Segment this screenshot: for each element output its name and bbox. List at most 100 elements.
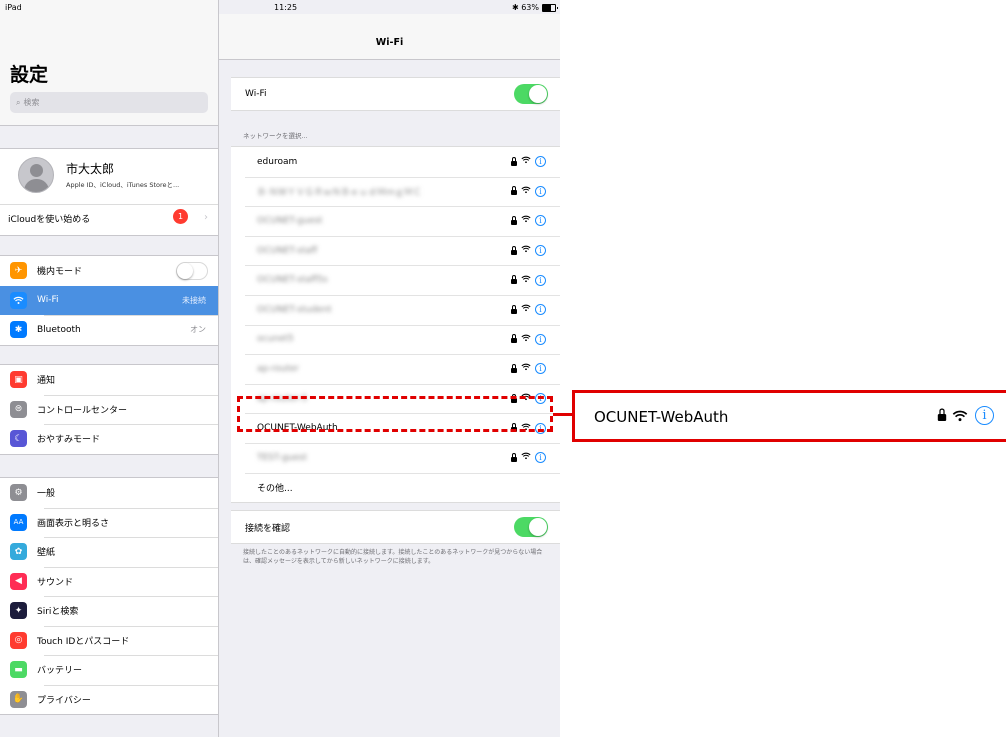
wifi-signal-icon [521,452,531,463]
lock-icon [511,275,517,285]
apple-id-profile[interactable]: 市大太郎 Apple ID、iCloud、iTunes Storeと... iC… [0,148,218,236]
other-network-label: その他... [257,483,293,494]
settings-sidebar: 設定 ⌕ 検索 市大太郎 Apple ID、iCloud、iTunes Stor… [0,0,219,737]
zoom-callout: OCUNET-WebAuth i [572,390,1006,442]
sidebar-item-airplane-mode[interactable]: ✈ 機内モード [0,256,218,286]
network-icons: i [511,156,546,168]
gear-icon: ⚙ [10,484,27,502]
other-network-row[interactable]: その他... [231,472,560,503]
wifi-signal-icon [521,363,531,374]
sidebar-item-siri[interactable]: ✦ Siriと検索 [0,596,218,626]
wifi-signal-icon [521,304,531,315]
sidebar-item-notifications[interactable]: ▣ 通知 [0,365,218,395]
sidebar-item-wallpaper[interactable]: ✿ 壁紙 [0,537,218,567]
icloud-setup-label[interactable]: iCloudを使い始める [8,212,90,225]
info-icon[interactable]: i [975,406,994,425]
network-row[interactable]: OCUNET-guest i [231,206,560,236]
sidebar-item-bluetooth[interactable]: ✱ Bluetooth オン [0,315,218,345]
control-center-icon: ⊜ [10,400,27,418]
highlight-box [237,396,553,432]
airplane-mode-toggle[interactable] [176,261,208,280]
network-row[interactable]: OCUNET-staff i [231,235,560,266]
notifications-icon: ▣ [10,371,27,389]
info-icon[interactable]: i [535,274,546,286]
sidebar-item-control-center[interactable]: ⊜ コントロールセンター [0,394,218,425]
network-list: eduroam i Ｂ·ＮＷＹＶＧＲｗＮＢｅｕｄＭｍｇＭＣ i OCUNET-guest… [231,146,560,504]
wifi-signal-icon [952,410,968,421]
network-row[interactable]: OCUNET-student i [231,294,560,325]
ask-to-join-card: 接続を確認 [231,510,560,544]
sidebar-item-wifi[interactable]: Wi-Fi 未接続 [0,285,218,315]
lock-icon [511,186,517,196]
network-ssid: eduroam [257,156,298,167]
search-icon: ⌕ [16,97,21,107]
ask-to-join-description: 接続したことのあるネットワークに自動的に接続します。接続したことのあるネットワー… [243,549,543,565]
display-icon: AA [10,513,27,531]
network-icons: i [511,215,546,227]
avatar [18,157,54,193]
lock-icon [511,245,517,255]
sidebar-item-privacy[interactable]: ✋ プライバシー [0,684,218,715]
airplane-icon: ✈ [10,262,27,280]
search-placeholder: 検索 [23,98,40,107]
network-icons: i [511,304,546,316]
wifi-icon [10,291,27,309]
sidebar-item-sounds[interactable]: ◀ サウンド [0,566,218,597]
sidebar-item-do-not-disturb[interactable]: ☾ おやすみモード [0,424,218,454]
choose-network-header: ネットワークを選択... [243,132,308,140]
page-title: 設定 [10,64,49,86]
sidebar-item-display[interactable]: AA 画面表示と明るさ [0,507,218,538]
device-name: iPad [5,3,22,12]
search-input[interactable]: ⌕ 検索 [10,92,208,113]
battery-icon [542,3,558,12]
network-icons: i [511,245,546,257]
wifi-toggle-card: Wi-Fi [231,77,560,111]
wifi-signal-icon [521,215,531,226]
info-icon[interactable]: i [535,333,546,345]
wifi-status: 未接続 [182,295,206,305]
network-icons: i [511,185,546,197]
info-icon[interactable]: i [535,215,546,227]
status-right: ✱ 63% [512,3,558,12]
speaker-icon: ◀ [10,572,27,590]
network-row[interactable]: ap-router i [231,354,560,384]
info-icon[interactable]: i [535,304,546,316]
wifi-toggle[interactable] [514,84,548,104]
info-icon[interactable]: i [535,185,546,197]
network-row[interactable]: OCUNET-staff5s i [231,265,560,295]
network-ssid: Ｂ·ＮＷＹＶＧＲｗＮＢｅｕｄＭｍｇＭＣ [257,187,422,198]
ask-to-join-label: 接続を確認 [245,523,291,534]
network-row[interactable]: TEST-guest i [231,442,560,473]
wifi-detail-pane: Wi-Fi Wi-Fi ネットワークを選択... eduroam i Ｂ·ＮＷＹＶＧ… [219,0,560,737]
profile-subtitle: Apple ID、iCloud、iTunes Storeと... [66,181,180,189]
network-ssid: ocunet5 [257,334,294,345]
wifi-signal-icon [521,334,531,345]
navigation-bar: Wi-Fi [219,14,560,60]
info-icon[interactable]: i [535,452,546,464]
clock: 11:25 [274,3,298,12]
network-icons: i [511,333,546,345]
network-icons: i [511,363,546,375]
network-ssid: TEST-guest [257,452,307,463]
ask-to-join-toggle[interactable] [514,517,548,537]
network-row[interactable]: ocunet5 i [231,324,560,355]
lock-icon [937,407,947,421]
sidebar-item-battery[interactable]: ▬ バッテリー [0,655,218,685]
info-icon[interactable]: i [535,245,546,257]
info-icon[interactable]: i [535,156,546,168]
network-row[interactable]: eduroam i [231,147,560,177]
network-row[interactable]: Ｂ·ＮＷＹＶＧＲｗＮＢｅｕｄＭｍｇＭＣ i [231,176,560,207]
lock-icon [511,363,517,373]
profile-name: 市大太郎 [66,162,115,176]
wifi-signal-icon [521,156,531,167]
sidebar-item-touch-id[interactable]: ◎ Touch IDとパスコード [0,625,218,656]
info-icon[interactable]: i [535,363,546,375]
callout-icons: i [937,406,994,425]
notification-badge: 1 [173,209,188,224]
callout-ssid: OCUNET-WebAuth [594,408,729,426]
network-ssid: OCUNET-staff [257,245,318,256]
wifi-signal-icon [521,245,531,256]
hand-icon: ✋ [10,690,27,708]
sidebar-item-general[interactable]: ⚙ 一般 [0,478,218,508]
connectivity-group: ✈ 機内モード Wi-Fi 未接続 ✱ Bluetooth オン [0,255,218,346]
